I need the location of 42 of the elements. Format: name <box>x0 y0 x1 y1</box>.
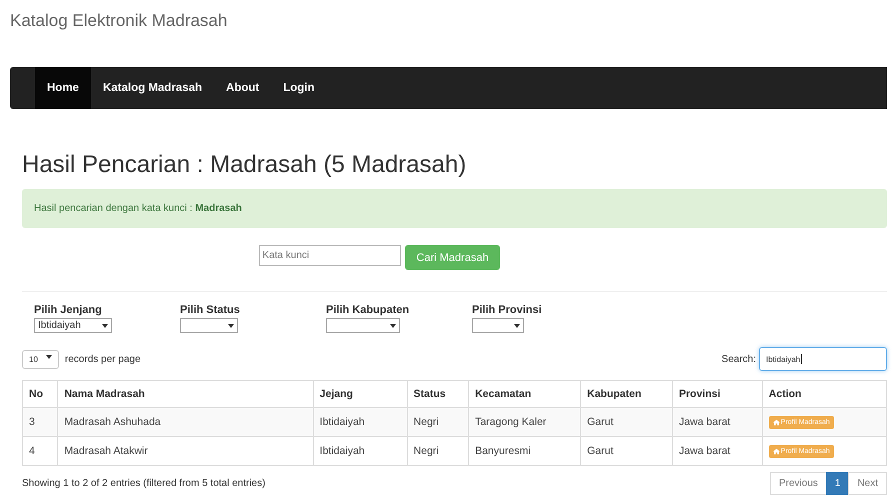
pagination-link[interactable]: Next <box>848 472 887 495</box>
search-alert: Hasil pencarian dengan kata kunci : Madrasah <box>22 189 887 228</box>
site-title: Katalog Elektronik Madrasah <box>10 10 228 32</box>
filter-dropdown[interactable] <box>326 318 400 333</box>
search-label: Search: <box>722 354 756 364</box>
table-cell: Banyuresmi <box>468 436 581 466</box>
table-cell: Garut <box>580 436 672 466</box>
table-cell: Jawa barat <box>672 436 762 466</box>
column-header: No <box>22 380 58 408</box>
caret-icon <box>514 324 520 328</box>
table-search-field[interactable]: Ibtidaiyah <box>759 347 887 371</box>
nav-link[interactable]: Home <box>35 67 91 109</box>
table-cell: 4 <box>22 436 58 466</box>
table-cell: Negri <box>407 436 469 466</box>
page-length-dropdown[interactable]: 10 <box>22 350 59 368</box>
home-icon <box>772 448 780 454</box>
table-cell: Ibtidaiyah <box>313 436 408 466</box>
nav-link[interactable]: Katalog Madrasah <box>90 67 214 109</box>
filter-dropdown[interactable]: Ibtidaiyah <box>34 318 112 333</box>
filter-label: Pilih Provinsi <box>472 304 542 316</box>
page-length-label: records per page <box>64 354 141 364</box>
caret-icon <box>102 324 108 328</box>
nav-link[interactable]: Login <box>271 67 327 109</box>
filter-dropdown[interactable] <box>180 318 238 333</box>
filter-label: Pilih Status <box>180 304 240 316</box>
table-info: Showing 1 to 2 of 2 entries (filtered from 5 total entries) <box>22 478 266 489</box>
table-cell: Madrasah Atakwir <box>58 436 314 466</box>
keyword-field[interactable]: Kata kunci <box>259 245 402 266</box>
filter-dropdown[interactable] <box>472 318 524 333</box>
pagination-link[interactable]: Previous <box>770 472 827 495</box>
column-header: Nama Madrasah <box>58 380 314 408</box>
column-header: Kecamatan <box>468 380 581 408</box>
caret-icon <box>390 324 396 328</box>
column-header: Action <box>762 380 886 408</box>
page-heading: Hasil Pencarian : Madrasah (5 Madrasah) <box>22 151 468 180</box>
caret-icon <box>228 324 234 328</box>
nav-link[interactable]: About <box>214 67 272 109</box>
caret-icon <box>46 354 52 358</box>
home-icon <box>772 418 780 426</box>
filter-label: Pilih Jenjang <box>34 304 102 316</box>
filter-label: Pilih Kabupaten <box>326 304 410 316</box>
pagination-link[interactable]: 1 <box>826 472 850 495</box>
